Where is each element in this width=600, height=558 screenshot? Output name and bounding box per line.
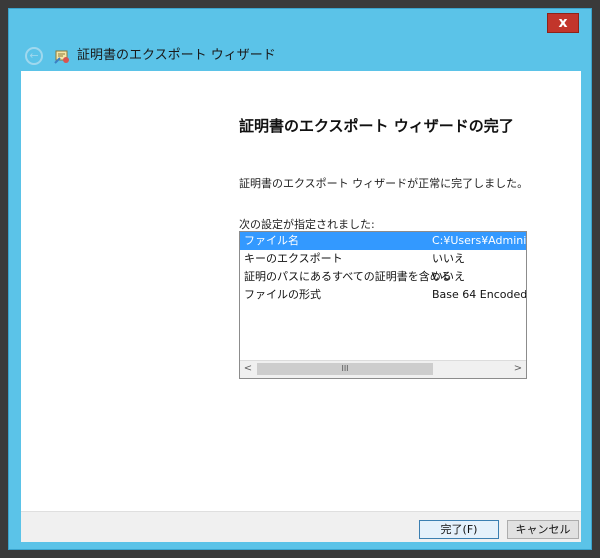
horizontal-scrollbar[interactable]: < III > [240,360,526,378]
settings-listbox[interactable]: ファイル名 C:¥Users¥Admini キーのエクスポート いいえ 証明のパ… [239,231,527,379]
settings-row[interactable]: ファイルの形式 Base 64 Encoded [240,286,526,304]
scroll-left-icon[interactable]: < [240,361,256,377]
settings-row[interactable]: 証明のパスにあるすべての証明書を含める いいえ [240,268,526,286]
setting-value: いいえ [432,252,465,265]
cancel-button[interactable]: キャンセル [507,520,579,539]
scroll-right-icon[interactable]: > [510,361,526,377]
setting-name: 証明のパスにあるすべての証明書を含める [244,270,452,283]
finish-button[interactable]: 完了(F) [419,520,499,539]
setting-value: C:¥Users¥Admini [432,234,527,247]
setting-name: ファイル名 [244,234,299,247]
close-button[interactable]: x [547,13,579,33]
wizard-window: x ← 証明書のエクスポート ウィザード 証明書のエクスポート ウィザードの完了… [8,8,592,550]
setting-name: キーのエクスポート [244,252,343,265]
wizard-content: 証明書のエクスポート ウィザードの完了 証明書のエクスポート ウィザードが正常に… [21,71,581,511]
certificate-wizard-icon [54,50,69,64]
back-button[interactable]: ← [25,47,43,65]
screen-background: x ← 証明書のエクスポート ウィザード 証明書のエクスポート ウィザードの完了… [0,0,600,558]
settings-row[interactable]: ファイル名 C:¥Users¥Admini [240,232,526,250]
button-bar: 完了(F) キャンセル [21,511,581,542]
completion-description: 証明書のエクスポート ウィザードが正常に完了しました。 [239,177,529,190]
setting-value: Base 64 Encoded [432,288,527,301]
window-title: 証明書のエクスポート ウィザード [77,48,276,63]
scrollbar-thumb[interactable]: III [257,363,433,375]
page-heading: 証明書のエクスポート ウィザードの完了 [239,117,514,135]
settings-list-label: 次の設定が指定されました: [239,218,375,231]
setting-name: ファイルの形式 [244,288,321,301]
setting-value: いいえ [432,270,465,283]
close-icon: x [558,15,568,31]
settings-row[interactable]: キーのエクスポート いいえ [240,250,526,268]
back-arrow-icon: ← [29,49,39,62]
